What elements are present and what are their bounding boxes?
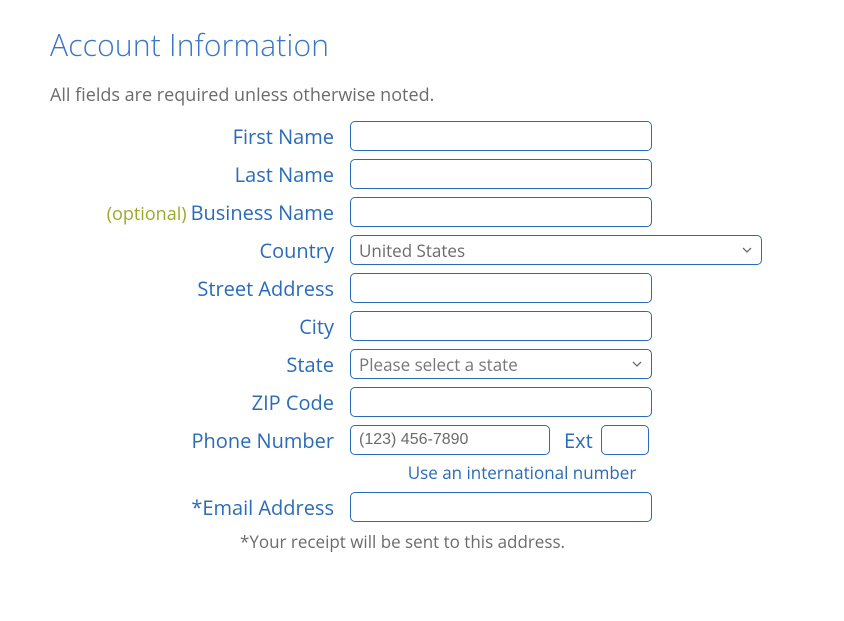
phone-input[interactable]	[350, 425, 550, 455]
first-name-label: First Name	[50, 123, 350, 150]
business-name-input[interactable]	[350, 197, 652, 227]
street-label: Street Address	[50, 275, 350, 302]
email-footnote: *Your receipt will be sent to this addre…	[240, 530, 794, 553]
zip-input[interactable]	[350, 387, 652, 417]
state-select[interactable]: Please select a state	[350, 349, 652, 379]
email-input[interactable]	[350, 492, 652, 522]
city-label: City	[50, 313, 350, 340]
page-title: Account Information	[50, 24, 794, 65]
ext-input[interactable]	[601, 425, 649, 455]
last-name-label: Last Name	[50, 161, 350, 188]
last-name-input[interactable]	[350, 159, 652, 189]
first-name-input[interactable]	[350, 121, 652, 151]
intl-number-link[interactable]: Use an international number	[250, 461, 794, 484]
zip-label: ZIP Code	[50, 389, 350, 416]
business-name-label: (optional)Business Name	[50, 199, 350, 226]
street-input[interactable]	[350, 273, 652, 303]
required-note: All fields are required unless otherwise…	[50, 83, 794, 107]
ext-label: Ext	[564, 427, 593, 454]
city-input[interactable]	[350, 311, 652, 341]
phone-label: Phone Number	[50, 427, 350, 454]
email-label: *Email Address	[50, 494, 350, 521]
state-label: State	[50, 351, 350, 378]
country-label: Country	[50, 237, 350, 264]
optional-tag: (optional)	[107, 202, 187, 226]
country-select[interactable]: United States	[350, 235, 762, 265]
